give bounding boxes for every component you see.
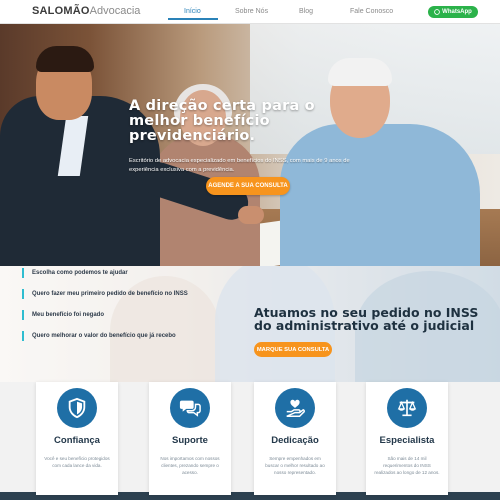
list-item-label: Escolha como podemos te ajudar [32,270,128,276]
card-title: Especialista [379,435,435,446]
card-text: Você e seu benefício protegidos com cada… [44,456,110,468]
nav-inicio[interactable]: Início [184,8,201,15]
whatsapp-button[interactable]: WhatsApp [428,6,478,18]
site-header: SALOMÃOAdvocacia Início Sobre Nós Blog F… [0,0,500,24]
list-item[interactable]: Quero fazer meu primeiro pedido de benef… [22,288,222,300]
list-item[interactable]: Quero melhorar o valor do benefício que … [22,330,222,342]
card-text: São mais de 14 mil requerimentos do INSS… [374,456,440,475]
nav-active-underline [168,18,218,20]
section-title: Atuamos no seu pedido no INSS do adminis… [254,305,479,333]
card-title: Suporte [172,435,208,446]
list-item[interactable]: Escolha como podemos te ajudar [22,267,222,279]
feature-card-suporte: Suporte Nos importamos com nossos client… [149,382,231,495]
nav-fale-conosco[interactable]: Fale Conosco [350,8,393,15]
list-item-label: Quero fazer meu primeiro pedido de benef… [32,291,188,297]
list-item-label: Meu benefício foi negado [32,312,105,318]
feature-card-dedicacao: Dedicação Sempre empenhados em buscar o … [254,382,336,495]
card-title: Dedicação [271,435,319,446]
list-bar [22,268,24,278]
logo-light: Advocacia [89,5,141,17]
schedule-consultation-button[interactable]: AGENDE A SUA CONSULTA [206,177,290,195]
list-item[interactable]: Meu benefício foi negado [22,309,222,321]
logo-bold: SALOMÃO [32,5,90,17]
book-consultation-button[interactable]: MARQUE SUA CONSULTA [254,342,332,357]
nav-sobre-nos[interactable]: Sobre Nós [235,8,268,15]
list-bar [22,289,24,299]
logo[interactable]: SALOMÃOAdvocacia [32,5,140,17]
card-text: Sempre empenhados em buscar o melhor res… [265,456,325,475]
chat-bubbles-icon [170,388,210,428]
feature-card-confianca: Confiança Você e seu benefício protegido… [36,382,118,495]
card-text: Nos importamos com nossos clientes, prez… [160,456,220,475]
list-item-label: Quero melhorar o valor do benefício que … [32,333,176,339]
whatsapp-icon [434,9,440,15]
shield-icon [57,388,97,428]
feature-card-especialista: Especialista São mais de 14 mil requerim… [366,382,448,495]
hero-title: A direção certa para o melhor benefício … [129,98,315,144]
handshake [238,206,264,224]
scales-icon [387,388,427,428]
list-bar [22,310,24,320]
hero-subtitle: Escritório de advocacia especializado em… [129,158,350,173]
hero-section: A direção certa para o melhor benefício … [0,24,500,266]
heart-hand-icon [275,388,315,428]
hero-lawyer-hair [36,46,94,72]
help-options-list: Escolha como podemos te ajudar Quero faz… [22,267,222,351]
whatsapp-label: WhatsApp [442,9,472,15]
list-bar [22,331,24,341]
hero-elderly-man-hair [328,58,392,86]
hero-text: A direção certa para o melhor benefício … [129,99,369,175]
card-title: Confiança [54,435,100,446]
nav-blog[interactable]: Blog [299,8,313,15]
